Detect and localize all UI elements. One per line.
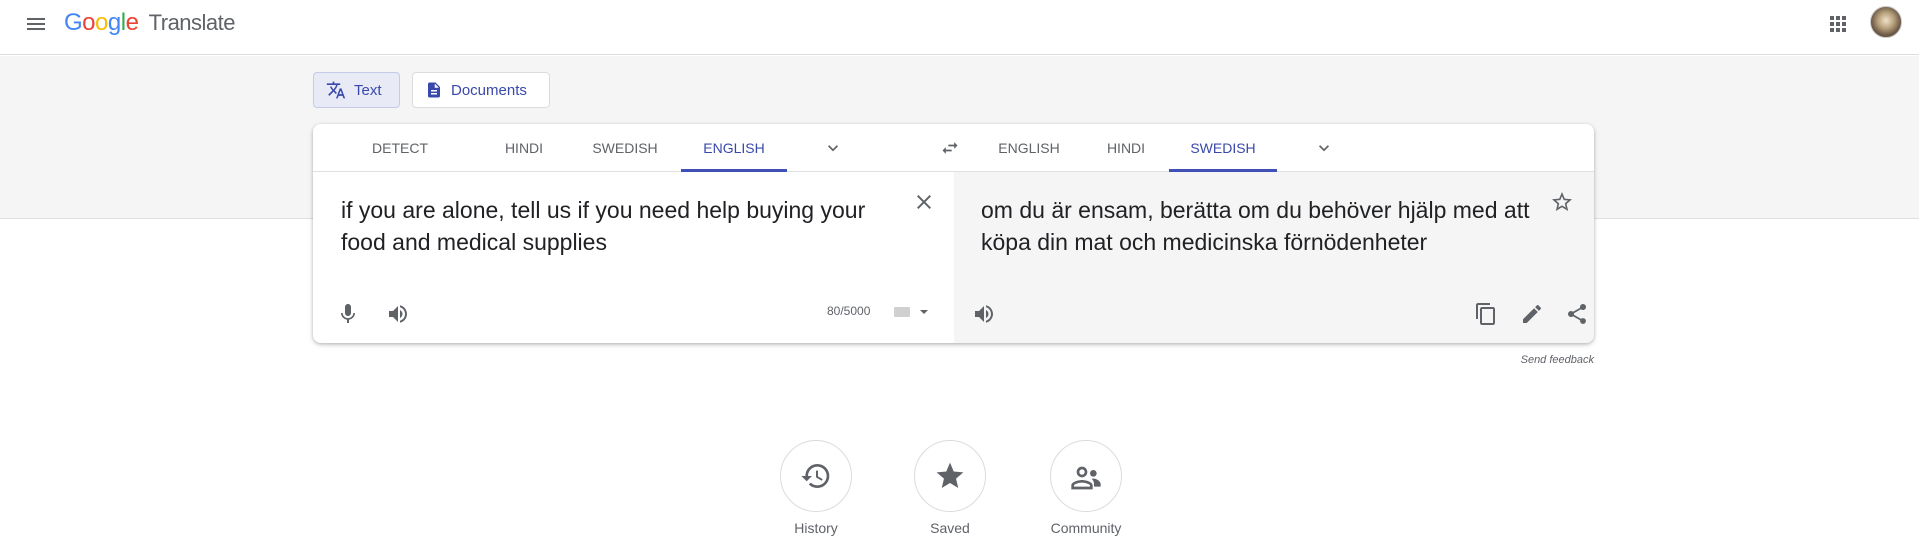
logo-letter: o (95, 9, 108, 36)
product-name: Translate (148, 10, 236, 35)
logo-letter: o (82, 9, 96, 36)
swap-languages-icon[interactable] (939, 138, 961, 158)
logo-letter: g (107, 9, 121, 36)
target-lang-hindi[interactable]: Hindi (1104, 124, 1148, 172)
text-mode-button[interactable]: Text (313, 72, 400, 108)
source-lang-hindi[interactable]: Hindi (499, 124, 549, 172)
google-translate-logo[interactable]: Google Translate (64, 9, 236, 37)
source-pane: if you are alone, tell us if you need he… (313, 172, 954, 343)
saved-circle (914, 440, 986, 512)
edit-pencil-icon[interactable] (1520, 302, 1544, 326)
translated-text: om du är ensam, berätta om du behöver hj… (981, 197, 1530, 255)
target-lang-swedish[interactable]: Swedish (1169, 124, 1277, 172)
source-lang-detect[interactable]: Detect language (335, 124, 465, 204)
community-icon (1071, 466, 1101, 490)
saved-button[interactable]: Saved (895, 440, 1005, 536)
character-counter: 80/5000 (827, 304, 871, 318)
history-button[interactable]: History (761, 440, 871, 536)
documents-mode-label: Documents (451, 81, 527, 99)
apps-grid-icon[interactable] (1826, 12, 1850, 36)
history-circle (780, 440, 852, 512)
save-star-icon[interactable] (1550, 190, 1574, 214)
translate-icon (326, 81, 346, 99)
community-button[interactable]: Community (1031, 440, 1141, 536)
clear-source-icon[interactable] (912, 190, 936, 214)
target-lang-english[interactable]: English (998, 124, 1060, 172)
history-icon (801, 464, 830, 488)
source-lang-swedish[interactable]: Swedish (591, 124, 659, 172)
star-filled-icon (936, 462, 964, 488)
text-mode-label: Text (354, 81, 382, 99)
source-lang-english[interactable]: English (681, 124, 787, 172)
saved-label: Saved (930, 520, 970, 536)
menu-icon[interactable] (22, 12, 50, 36)
send-feedback-link[interactable]: Send feedback (1500, 354, 1594, 366)
source-text-input[interactable]: if you are alone, tell us if you need he… (341, 194, 901, 258)
document-icon (428, 82, 440, 98)
documents-mode-button[interactable]: Documents (412, 72, 550, 108)
avatar[interactable] (1870, 6, 1902, 38)
logo-letter: G (64, 9, 83, 36)
target-speaker-icon[interactable] (972, 302, 996, 326)
top-bar: Google Translate (0, 0, 1919, 55)
copy-icon[interactable] (1474, 302, 1498, 326)
target-pane: om du är ensam, berätta om du behöver hj… (954, 172, 1594, 343)
history-label: History (794, 520, 838, 536)
share-icon[interactable] (1565, 302, 1589, 326)
logo-letter: e (125, 9, 139, 36)
target-more-languages-chevron-icon[interactable] (1314, 138, 1334, 158)
community-label: Community (1050, 520, 1122, 536)
microphone-icon[interactable] (336, 302, 360, 326)
language-bar: Detect language Hindi Swedish English En… (313, 124, 1594, 204)
source-more-languages-chevron-icon[interactable] (823, 138, 843, 158)
community-circle (1050, 440, 1122, 512)
source-speaker-icon[interactable] (386, 302, 410, 326)
translation-card: Detect language Hindi Swedish English En… (313, 124, 1594, 343)
keyboard-icon[interactable] (892, 304, 932, 320)
